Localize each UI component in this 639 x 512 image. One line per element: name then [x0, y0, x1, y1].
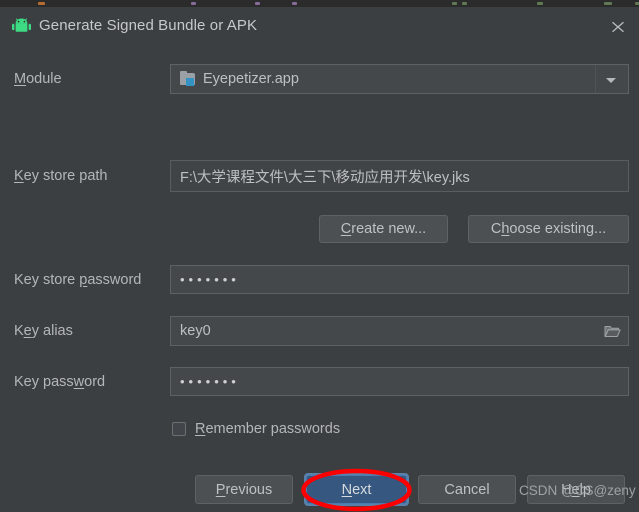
key-store-password-value: ••••••• [180, 271, 240, 287]
cancel-button[interactable]: Cancel [418, 475, 516, 504]
create-new-label: Create new... [340, 221, 427, 237]
choose-existing-button[interactable]: Choose existing... [468, 215, 629, 243]
module-combobox[interactable]: Eyepetizer.app [170, 64, 629, 94]
create-new-button[interactable]: Create new... [319, 215, 448, 243]
key-alias-input[interactable]: key0 [170, 316, 629, 346]
key-store-path-label: Key store path [14, 168, 108, 184]
dialog-title: Generate Signed Bundle or APK [39, 17, 258, 34]
key-store-password-input[interactable]: ••••••• [170, 265, 629, 294]
help-button[interactable]: Help [527, 475, 625, 504]
key-password-label: Key password [14, 374, 106, 390]
previous-label: Previous [215, 481, 273, 498]
key-alias-value: key0 [180, 323, 211, 339]
key-password-input[interactable]: ••••••• [170, 367, 629, 396]
module-value: Eyepetizer.app [203, 71, 299, 87]
android-robot-icon [12, 18, 31, 34]
key-password-value: ••••••• [180, 373, 240, 389]
checkbox-box[interactable] [172, 422, 186, 436]
close-icon[interactable] [607, 17, 629, 37]
combo-separator [595, 65, 596, 93]
generate-signed-bundle-dialog: Generate Signed Bundle or APK Module Eye… [0, 7, 639, 512]
choose-existing-label: Choose existing... [490, 221, 607, 237]
key-store-password-label: Key store password [14, 272, 142, 288]
remember-passwords-checkbox[interactable]: Remember passwords [172, 419, 340, 439]
key-store-path-value: F:\大学课程文件\大三下\移动应用开发\key.jks [180, 169, 470, 186]
cancel-label: Cancel [444, 481, 490, 498]
ide-background-strip [0, 0, 639, 7]
chevron-down-icon[interactable] [606, 78, 616, 83]
dialog-titlebar: Generate Signed Bundle or APK [0, 7, 639, 45]
module-folder-icon [180, 71, 196, 86]
help-label: Help [561, 481, 591, 498]
folder-open-icon[interactable] [597, 318, 627, 344]
key-store-path-input[interactable]: F:\大学课程文件\大三下\移动应用开发\key.jks [170, 160, 629, 192]
module-label: Module [14, 71, 62, 87]
next-button-face: Next [306, 475, 407, 504]
next-button[interactable]: Next [304, 473, 409, 506]
key-alias-label: Key alias [14, 323, 73, 339]
remember-passwords-label: Remember passwords [195, 421, 341, 437]
next-label: Next [341, 481, 372, 498]
previous-button[interactable]: Previous [195, 475, 293, 504]
